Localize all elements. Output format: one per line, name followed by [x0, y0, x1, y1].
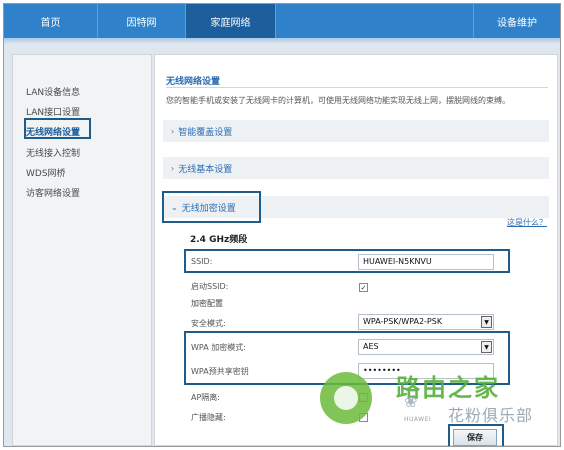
top-navigation: 首页 因特网 家庭网络 设备维护	[4, 4, 560, 38]
router-admin-window: 首页 因特网 家庭网络 设备维护 LAN设备信息 LAN接口设置 无线网络设置 …	[3, 3, 561, 447]
sidebar-item-wds-bridge[interactable]: WDS网桥	[26, 166, 66, 179]
security-mode-value: WPA-PSK/WPA2-PSK	[363, 317, 443, 326]
section-label: 智能覆盖设置	[178, 127, 233, 138]
nav-subbar	[4, 38, 560, 44]
sidebar-item-guest-network[interactable]: 访客网络设置	[26, 186, 80, 199]
band-title: 2.4 GHz频段	[190, 235, 248, 245]
dropdown-arrow-icon: ▼	[481, 316, 492, 328]
divider	[166, 87, 548, 88]
section-label: 无线基本设置	[178, 164, 233, 175]
chevron-right-icon: ›	[171, 126, 175, 136]
tab-internet[interactable]: 因特网	[98, 4, 186, 38]
page-title: 无线网络设置	[166, 77, 221, 87]
tab-home-network[interactable]: 家庭网络	[186, 4, 276, 38]
section-wireless-basic[interactable]: › 无线基本设置	[163, 157, 549, 179]
main-content: 无线网络设置 您的智能手机或安装了无线网卡的计算机，可使用无线网络功能实现无线上…	[154, 54, 558, 446]
enable-ssid-checkbox[interactable]: ✓	[359, 283, 368, 292]
sidebar-item-wireless-access-control[interactable]: 无线接入控制	[26, 146, 80, 159]
tab-home[interactable]: 首页	[4, 4, 98, 38]
sidebar-item-lan-device-info[interactable]: LAN设备信息	[26, 85, 80, 98]
sidebar: LAN设备信息 LAN接口设置 无线网络设置 无线接入控制 WDS网桥 访客网络…	[12, 54, 152, 446]
chevron-right-icon: ›	[171, 163, 175, 173]
security-mode-label: 安全模式:	[191, 319, 226, 328]
encryption-group-label: 加密配置	[191, 299, 223, 308]
ap-isolation-label: AP隔离:	[191, 393, 220, 402]
ap-isolation-checkbox[interactable]	[359, 393, 368, 402]
sidebar-item-lan-interface[interactable]: LAN接口设置	[26, 105, 80, 118]
broadcast-hide-checkbox[interactable]	[359, 413, 368, 422]
help-link[interactable]: 这是什么？	[507, 217, 547, 228]
highlight-box	[448, 424, 504, 446]
highlight-box	[184, 249, 510, 273]
security-mode-select[interactable]: WPA-PSK/WPA2-PSK ▼	[358, 314, 494, 330]
section-smart-coverage[interactable]: › 智能覆盖设置	[163, 120, 549, 142]
highlight-box	[24, 118, 91, 139]
page-description: 您的智能手机或安装了无线网卡的计算机，可使用无线网络功能实现无线上网，摆脱网线的…	[166, 96, 510, 105]
highlight-box	[162, 191, 261, 223]
nav-spacer	[276, 4, 474, 38]
tab-device-maintenance[interactable]: 设备维护	[474, 4, 560, 38]
highlight-box	[184, 331, 510, 385]
broadcast-hide-label: 广播隐藏:	[191, 413, 226, 422]
enable-ssid-label: 启动SSID:	[191, 282, 229, 291]
